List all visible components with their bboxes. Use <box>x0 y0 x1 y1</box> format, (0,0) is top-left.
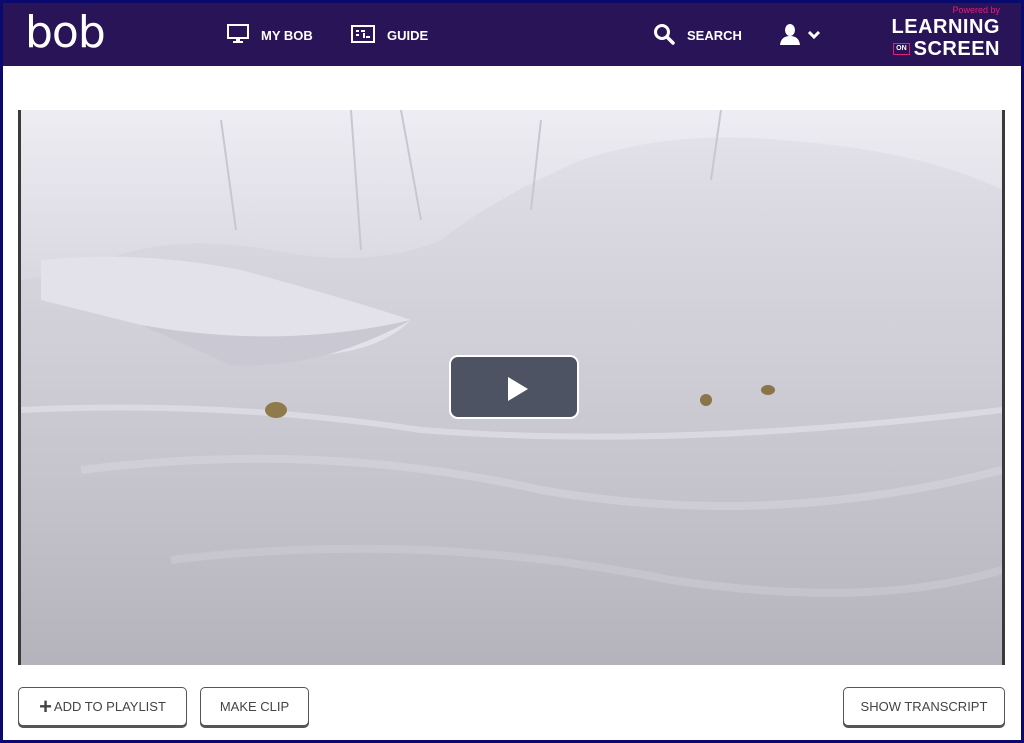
nav-guide-label: GUIDE <box>387 27 429 43</box>
brand-learning-text: LEARNING <box>891 16 1000 38</box>
top-nav-bar: bob MY BOB GUIDE SEARCH Powered by LEARN… <box>3 3 1021 66</box>
make-clip-button[interactable]: MAKE CLIP <box>200 687 309 726</box>
nav-search[interactable]: SEARCH <box>653 21 742 49</box>
add-to-playlist-button[interactable]: + ADD TO PLAYLIST <box>18 687 187 726</box>
show-transcript-button[interactable]: SHOW TRANSCRIPT <box>843 687 1005 726</box>
brand-on-badge: ON <box>893 43 910 55</box>
play-button[interactable] <box>449 355 579 419</box>
show-transcript-label: SHOW TRANSCRIPT <box>860 699 988 714</box>
search-icon <box>653 23 675 48</box>
play-icon <box>508 377 528 401</box>
bob-logo[interactable]: bob <box>25 7 106 59</box>
animal-1 <box>265 402 287 418</box>
user-icon <box>779 23 801 48</box>
monitor-icon <box>227 23 249 47</box>
app-window: bob MY BOB GUIDE SEARCH Powered by LEARN… <box>3 3 1021 740</box>
brand-screen-text: SCREEN <box>913 38 1000 60</box>
powered-by-text: Powered by <box>952 5 1000 15</box>
nav-my-bob[interactable]: MY BOB <box>227 21 313 49</box>
nav-my-bob-label: MY BOB <box>261 27 313 43</box>
guide-icon <box>351 24 375 46</box>
user-menu[interactable] <box>779 21 821 49</box>
video-player[interactable] <box>18 110 1005 665</box>
add-to-playlist-label: ADD TO PLAYLIST <box>53 699 166 714</box>
animal-3 <box>761 385 775 395</box>
make-clip-label: MAKE CLIP <box>219 699 290 714</box>
chevron-down-icon <box>807 28 821 43</box>
nav-search-label: SEARCH <box>687 27 742 43</box>
learning-on-screen-logo[interactable]: Powered by LEARNING ON SCREEN <box>885 5 1000 63</box>
plus-icon: + <box>39 693 52 719</box>
animal-2 <box>700 394 712 406</box>
nav-guide[interactable]: GUIDE <box>351 21 428 49</box>
